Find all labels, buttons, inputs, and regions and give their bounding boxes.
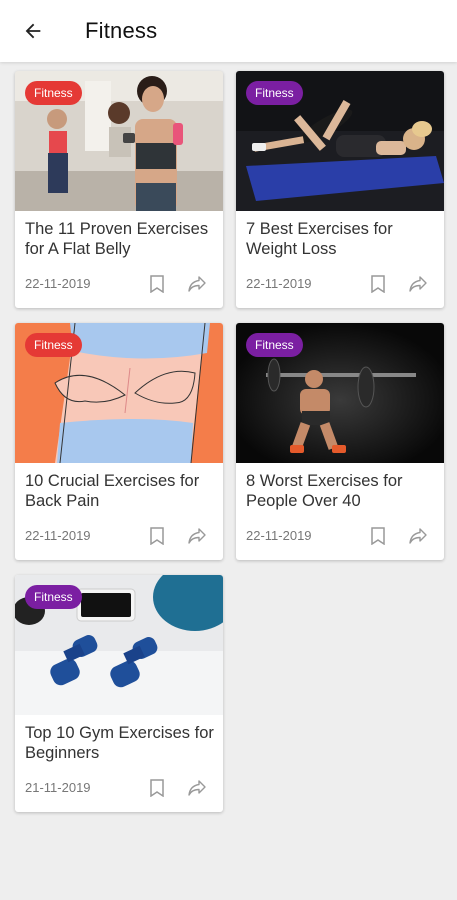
bookmark-icon bbox=[150, 527, 164, 545]
article-title[interactable]: 10 Crucial Exercises for Back Pain bbox=[25, 471, 217, 511]
bookmark-icon bbox=[371, 527, 385, 545]
share-icon bbox=[188, 780, 206, 796]
bookmark-button[interactable] bbox=[366, 524, 390, 548]
article-date: 22-11-2019 bbox=[246, 528, 312, 543]
article-title[interactable]: 7 Best Exercises for Weight Loss bbox=[246, 219, 438, 259]
share-icon bbox=[409, 528, 427, 544]
article-card[interactable]: Fitness 8 Worst Exercises for People Ove… bbox=[236, 323, 444, 560]
category-badge: Fitness bbox=[25, 333, 82, 357]
category-badge: Fitness bbox=[25, 585, 82, 609]
page-title: Fitness bbox=[85, 18, 158, 43]
article-date: 22-11-2019 bbox=[246, 276, 312, 291]
bookmark-icon bbox=[150, 779, 164, 797]
share-button[interactable] bbox=[406, 272, 430, 296]
article-title[interactable]: The 11 Proven Exercises for A Flat Belly bbox=[25, 219, 217, 259]
back-button[interactable] bbox=[14, 15, 52, 47]
arrow-left-icon bbox=[25, 23, 41, 39]
share-icon bbox=[409, 276, 427, 292]
bookmark-button[interactable] bbox=[145, 776, 169, 800]
bookmark-button[interactable] bbox=[366, 272, 390, 296]
bookmark-button[interactable] bbox=[145, 272, 169, 296]
bookmark-icon bbox=[371, 275, 385, 293]
share-icon bbox=[188, 528, 206, 544]
category-badge: Fitness bbox=[246, 333, 303, 357]
article-card[interactable]: Fitness 7 Best Exercises for Weight Loss… bbox=[236, 71, 444, 308]
article-date: 21-11-2019 bbox=[25, 780, 91, 795]
article-title[interactable]: 8 Worst Exercises for People Over 40 bbox=[246, 471, 438, 511]
category-badge: Fitness bbox=[246, 81, 303, 105]
share-button[interactable] bbox=[185, 776, 209, 800]
article-card[interactable]: Fitness The 11 Proven Exercises for A Fl… bbox=[15, 71, 223, 308]
category-badge: Fitness bbox=[25, 81, 82, 105]
article-card[interactable]: Fitness 10 Crucial Exercises for Back Pa… bbox=[15, 323, 223, 560]
bookmark-button[interactable] bbox=[145, 524, 169, 548]
app-bar: Fitness bbox=[0, 0, 457, 62]
share-icon bbox=[188, 276, 206, 292]
bookmark-icon bbox=[150, 275, 164, 293]
share-button[interactable] bbox=[185, 524, 209, 548]
article-date: 22-11-2019 bbox=[25, 528, 91, 543]
article-title[interactable]: Top 10 Gym Exercises for Beginners bbox=[25, 723, 217, 763]
article-date: 22-11-2019 bbox=[25, 276, 91, 291]
article-card[interactable]: Fitness Top 10 Gym Exercises for Beginne… bbox=[15, 575, 223, 812]
share-button[interactable] bbox=[185, 272, 209, 296]
share-button[interactable] bbox=[406, 524, 430, 548]
